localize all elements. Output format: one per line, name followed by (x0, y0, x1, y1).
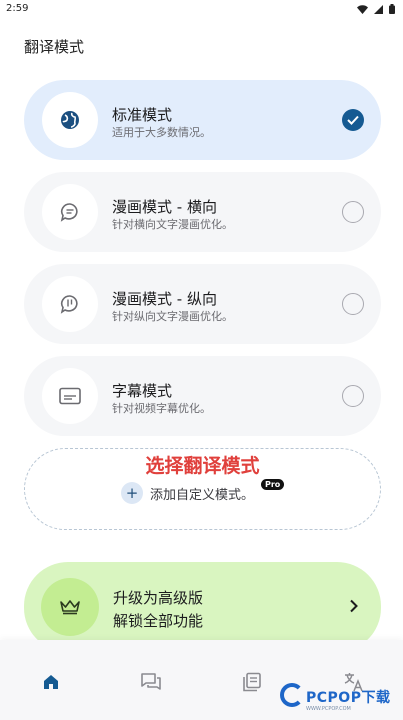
check-icon (347, 115, 359, 125)
upgrade-title: 升级为高级版 (113, 589, 204, 607)
signal-icon (374, 4, 383, 14)
nav-chat[interactable] (139, 670, 163, 694)
mode-description: 针对横向文字漫画优化。 (112, 218, 233, 231)
mode-title: 漫画模式 - 纵向 (112, 290, 217, 308)
nav-document[interactable] (240, 670, 264, 694)
watermark-sub: WWW.PCPOP.COM (306, 706, 351, 712)
upgrade-subtitle: 解锁全部功能 (113, 612, 204, 630)
mode-icon-container (42, 92, 98, 148)
document-icon (243, 672, 261, 692)
mode-icon-container (42, 368, 98, 424)
chat-icon (141, 673, 161, 690)
status-bar: 2:59 (0, 0, 403, 20)
mode-card-comic-horizontal[interactable]: 漫画模式 - 横向 针对横向文字漫画优化。 (24, 172, 381, 252)
screen: 2:59 翻译模式 标准模式 适用于大多数情况。 漫画模式 - 横向 针对横向文… (0, 0, 403, 720)
select-mode-heading: 选择翻译模式 (145, 455, 260, 477)
mode-title: 字幕模式 (112, 382, 173, 400)
crown-icon (60, 600, 80, 615)
mode-title: 漫画模式 - 横向 (112, 198, 217, 216)
mode-card-standard[interactable]: 标准模式 适用于大多数情况。 (24, 80, 381, 160)
mode-description: 针对纵向文字漫画优化。 (112, 310, 233, 323)
add-custom-row: + 添加自定义模式。 (121, 482, 254, 504)
watermark-brand: PCPOP下载 (306, 690, 391, 706)
nav-home[interactable] (39, 670, 63, 694)
mode-radio-checked[interactable] (342, 109, 364, 131)
mode-radio[interactable] (342, 385, 364, 407)
vertical-text-icon (60, 295, 78, 314)
mode-radio[interactable] (342, 293, 364, 315)
upgrade-premium-card[interactable]: 升级为高级版 解锁全部功能 (24, 562, 381, 652)
add-custom-label: 添加自定义模式。 (150, 487, 255, 503)
subtitles-icon (59, 387, 81, 405)
mode-icon-container (42, 276, 98, 332)
status-time: 2:59 (6, 3, 29, 14)
mode-card-comic-vertical[interactable]: 漫画模式 - 纵向 针对纵向文字漫画优化。 (24, 264, 381, 344)
mode-title: 标准模式 (112, 106, 173, 124)
mode-description: 适用于大多数情况。 (112, 126, 211, 139)
pro-badge: Pro (261, 479, 285, 490)
plus-icon: + (121, 482, 143, 504)
add-custom-mode-button[interactable]: 选择翻译模式 + 添加自定义模式。 Pro (24, 448, 381, 530)
mode-icon-container (42, 184, 98, 240)
watermark-logo-icon (280, 683, 304, 707)
home-icon (44, 675, 58, 689)
wifi-icon (357, 4, 368, 14)
chat-bubble-icon (60, 203, 78, 222)
status-icons (357, 4, 395, 14)
page-title: 翻译模式 (24, 38, 85, 56)
battery-icon (389, 4, 395, 14)
watermark: PCPOP下载 WWW.PCPOP.COM (280, 683, 400, 717)
crown-icon-container (41, 578, 99, 636)
globe-icon (61, 111, 79, 129)
mode-card-subtitles[interactable]: 字幕模式 针对视频字幕优化。 (24, 356, 381, 436)
mode-description: 针对视频字幕优化。 (112, 402, 211, 415)
mode-radio[interactable] (342, 201, 364, 223)
chevron-right-icon (350, 599, 358, 613)
